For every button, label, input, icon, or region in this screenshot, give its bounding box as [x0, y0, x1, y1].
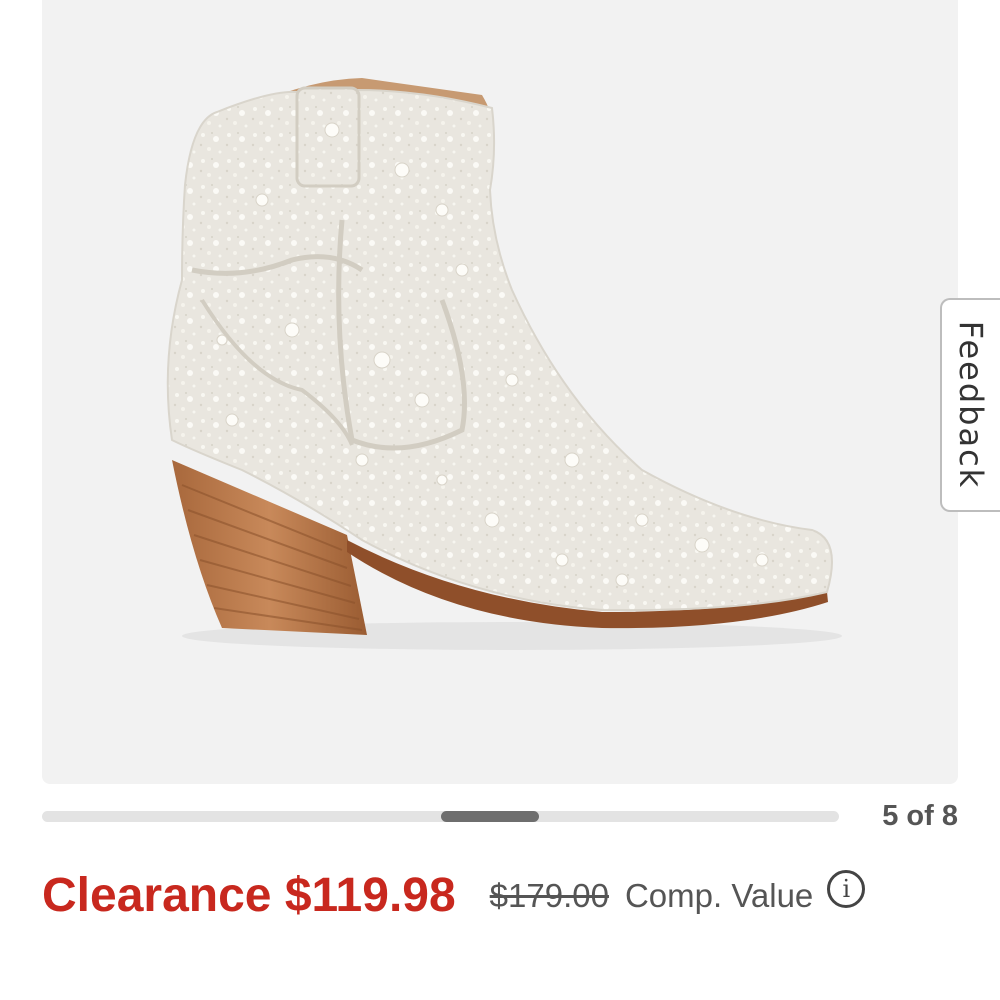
info-icon[interactable]: i	[827, 869, 866, 908]
carousel-scrollbar-thumb[interactable]	[441, 811, 539, 822]
product-image-frame[interactable]	[42, 0, 958, 784]
comp-value-label: Comp. Value	[624, 876, 814, 914]
image-counter: 5 of 8	[882, 800, 958, 832]
original-price: $179.00	[489, 876, 609, 914]
price-row: Clearance $119.98 $179.00 Comp. Value i	[42, 868, 866, 923]
carousel-scrollbar[interactable]	[42, 811, 839, 822]
product-detail-page: Feedback 5 of 8 Clearance $119.98 $179.0…	[0, 0, 1000, 1000]
clearance-price: Clearance $119.98	[42, 869, 456, 922]
boot-image	[166, 78, 842, 650]
feedback-tab[interactable]: Feedback	[940, 298, 1000, 512]
feedback-label: Feedback	[952, 320, 991, 490]
